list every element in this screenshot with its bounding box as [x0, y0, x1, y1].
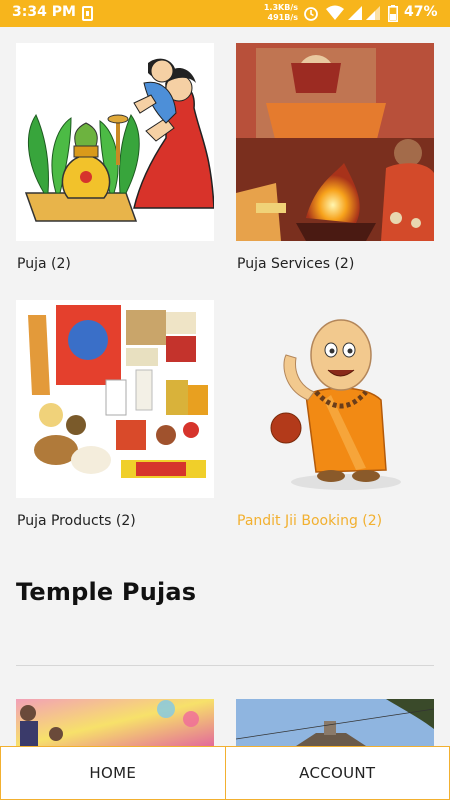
speed-down: 491B/s	[267, 13, 298, 22]
section-title: Temple Pujas	[16, 578, 197, 606]
signal-icon	[348, 6, 362, 20]
temple-card-2[interactable]	[236, 699, 434, 746]
battery-percentage: 47%	[404, 4, 438, 20]
app-notification-icon	[82, 6, 93, 21]
category-card-puja-services[interactable]: Puja Services (2)	[236, 43, 434, 272]
category-label[interactable]: Puja (2)	[17, 256, 71, 272]
home-tab[interactable]: HOME	[1, 747, 225, 799]
wifi-icon	[326, 5, 344, 20]
puja-products-image	[16, 300, 214, 498]
category-label[interactable]: Puja Services (2)	[237, 256, 354, 272]
category-label[interactable]: Pandit Jii Booking (2)	[237, 513, 382, 529]
puja-image	[16, 43, 214, 241]
status-time: 3:34 PM	[12, 4, 76, 20]
temple-card-1[interactable]	[16, 699, 214, 746]
category-card-puja-products[interactable]: Puja Products (2)	[16, 300, 214, 529]
status-bar: 3:34 PM 1.3KB/s 491B/s 47%	[0, 0, 450, 27]
category-card-pandit-booking[interactable]: Pandit Jii Booking (2)	[236, 300, 434, 529]
alarm-icon	[304, 7, 318, 21]
category-card-puja[interactable]: Puja (2)	[16, 43, 214, 272]
temple-card-image	[16, 699, 214, 746]
divider	[16, 665, 434, 666]
pandit-booking-image	[236, 300, 434, 498]
network-speed: 1.3KB/s 491B/s	[262, 3, 298, 23]
speed-up: 1.3KB/s	[263, 3, 298, 12]
puja-services-image	[236, 43, 434, 241]
account-tab[interactable]: ACCOUNT	[224, 747, 450, 799]
category-label[interactable]: Puja Products (2)	[17, 513, 136, 529]
bottom-navigation: HOME ACCOUNT	[0, 746, 450, 800]
temple-card-image	[236, 699, 434, 746]
signal-icon	[366, 6, 380, 20]
battery-icon	[388, 5, 398, 22]
